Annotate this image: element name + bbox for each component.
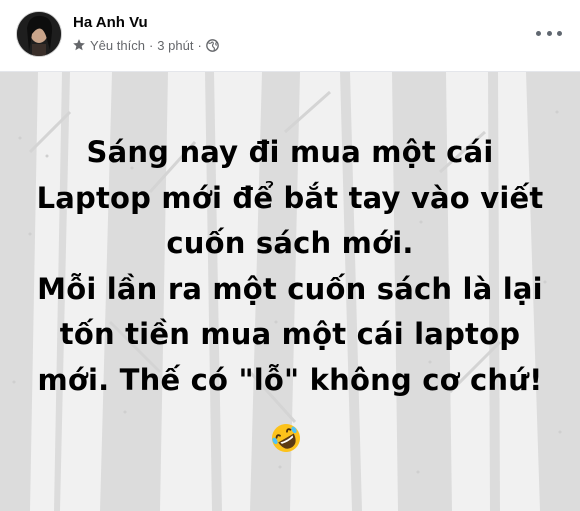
post-text-line: mới. Thế có "lỗ" không cơ chứ! — [37, 362, 543, 397]
rolling-on-floor-laughing-emoji — [272, 424, 300, 452]
post-text-line: tốn tiền mua một cái laptop — [59, 317, 521, 351]
post-text-line: Mỗi lần ra một cuốn sách là lại — [37, 271, 543, 306]
separator: · — [197, 37, 202, 53]
avatar[interactable] — [17, 12, 61, 56]
globe-icon[interactable] — [205, 38, 219, 52]
audience-label[interactable]: Yêu thích — [90, 38, 145, 53]
post-text-line: Sáng nay đi mua một cái — [86, 135, 494, 169]
post-text-line: Laptop mới để bắt tay vào viết — [36, 180, 544, 215]
star-icon — [73, 39, 85, 51]
author-name[interactable]: Ha Anh Vu — [73, 14, 148, 31]
more-options-icon[interactable] — [536, 26, 562, 40]
post-meta: Yêu thích · 3 phút · — [72, 37, 219, 53]
post-background: Sáng nay đi mua một cái Laptop mới để bắ… — [0, 72, 580, 511]
more-dot — [536, 30, 541, 36]
post-text-line: cuốn sách mới. — [166, 226, 414, 260]
separator: · — [148, 37, 154, 53]
post-text: Sáng nay đi mua một cái Laptop mới để bắ… — [0, 130, 580, 403]
avatar-photo — [17, 12, 61, 56]
post-time[interactable]: 3 phút — [157, 38, 193, 53]
more-dot — [546, 30, 552, 36]
post-header: Ha Anh Vu Yêu thích · 3 phút · — [0, 0, 580, 72]
more-dot — [557, 30, 562, 36]
